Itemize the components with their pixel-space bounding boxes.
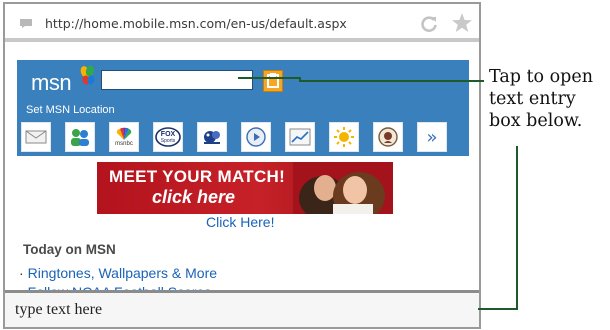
- star-icon[interactable]: [451, 12, 473, 34]
- tile-msnbc[interactable]: msnbc: [109, 122, 139, 152]
- horoscope-icon: [378, 127, 398, 147]
- msn-header: msn Set MSN Location: [17, 60, 469, 120]
- address-bar[interactable]: http://home.mobile.msn.com/en-us/default…: [5, 4, 479, 42]
- tile-people[interactable]: [65, 122, 95, 152]
- fox-label: FOX: [161, 131, 176, 138]
- banner-couple-image: [293, 162, 393, 214]
- text-entry-input[interactable]: [15, 298, 465, 322]
- news-link-label: Ringtones, Wallpapers & More: [27, 265, 218, 281]
- fox-sub-label: Sports: [161, 138, 176, 144]
- video-icon: [246, 127, 266, 147]
- set-location-link[interactable]: Set MSN Location: [26, 104, 115, 116]
- tile-fox-sports[interactable]: FOX Sports: [153, 122, 183, 152]
- tile-mail[interactable]: [21, 122, 51, 152]
- text-entry-box[interactable]: [5, 290, 479, 327]
- callout-label: Tap to open text entry box below.: [489, 67, 594, 131]
- tile-weather[interactable]: [329, 122, 359, 152]
- tile-horoscope[interactable]: [373, 122, 403, 152]
- money-icon: [289, 128, 311, 146]
- tile-video[interactable]: [241, 122, 271, 152]
- more-chevron-icon: »: [426, 126, 438, 148]
- msn-logo[interactable]: msn: [31, 70, 72, 96]
- fox-sports-icon: FOX Sports: [155, 127, 181, 147]
- msnbc-label: msnbc: [115, 140, 133, 147]
- news-link-ringtones[interactable]: · Ringtones, Wallpapers & More: [19, 265, 217, 281]
- tile-more[interactable]: »: [417, 122, 447, 152]
- people-icon: [71, 129, 89, 146]
- mail-icon: [25, 130, 47, 144]
- msn-butterfly-icon: [80, 65, 95, 85]
- click-here-link[interactable]: Click Here!: [206, 214, 274, 230]
- today-heading: Today on MSN: [23, 242, 116, 257]
- msn-service-icons: msnbc FOX Sports »: [17, 120, 469, 156]
- ad-banner[interactable]: MEET YOUR MATCH! click here: [97, 162, 393, 214]
- search-icon: [267, 73, 279, 88]
- tile-game[interactable]: [197, 122, 227, 152]
- msnbc-icon: [116, 127, 132, 140]
- refresh-icon[interactable]: [419, 14, 439, 34]
- game-icon: [204, 131, 220, 144]
- weather-icon: [334, 127, 354, 147]
- page-icon: [20, 19, 32, 28]
- msn-search-input[interactable]: [101, 70, 253, 90]
- mobile-browser-screen: http://home.mobile.msn.com/en-us/default…: [3, 2, 481, 329]
- search-button[interactable]: [263, 70, 283, 92]
- tile-money[interactable]: [285, 122, 315, 152]
- banner-headline: MEET YOUR MATCH!: [109, 167, 286, 186]
- url-text[interactable]: http://home.mobile.msn.com/en-us/default…: [45, 16, 347, 31]
- banner-cta: click here: [152, 187, 236, 207]
